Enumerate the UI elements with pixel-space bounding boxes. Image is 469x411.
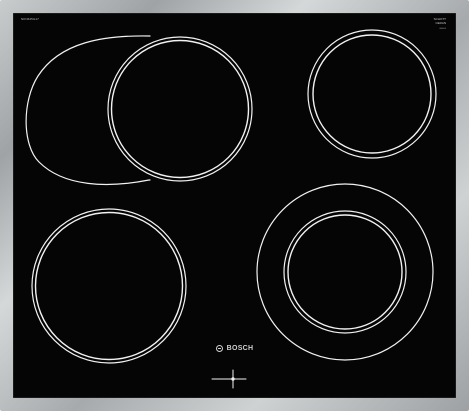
left-front-burner-outer [107,36,253,182]
crosshair-control-icon[interactable] [211,369,247,389]
cooktop-frame: NKN645G17 SCHOTT CERAN 000000 BOSCH [0,0,469,411]
model-number: NKN645G17 [21,17,39,21]
right-rear-burner-inner [287,214,403,330]
right-rear-burner-outer [256,183,434,361]
glass-brand-line-2: CERAN [435,21,446,25]
glass-brand-label: SCHOTT CERAN 000000 [418,17,446,31]
left-front-burner-inner [110,39,250,179]
right-front-burner-outer [307,29,437,159]
left-rear-burner-inner [34,211,184,361]
left-rear-burner-outer [31,208,187,364]
serial-number: 000000 [439,28,446,30]
right-rear-burner-mid [283,210,407,334]
right-front-burner-inner [312,34,432,154]
cooktop-markings [25,29,437,389]
